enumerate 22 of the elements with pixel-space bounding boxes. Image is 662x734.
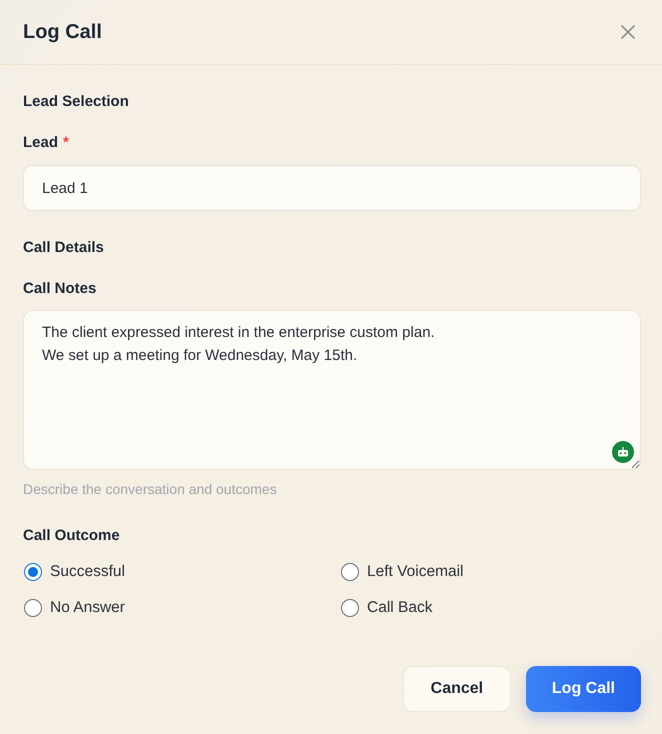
radio-label[interactable]: Left Voicemail bbox=[367, 562, 464, 582]
section-title: Call Details bbox=[23, 238, 105, 258]
robot-icon[interactable] bbox=[612, 441, 634, 463]
radio-button[interactable] bbox=[24, 563, 42, 581]
close-icon[interactable] bbox=[621, 25, 635, 39]
dialog-title: Log Call bbox=[23, 20, 102, 44]
radio-button[interactable] bbox=[24, 599, 42, 617]
notes-textarea-field[interactable]: The client expressed interest in the enterprise custom plan. We set up a meeting for Wednesday, May 15th. bbox=[23, 310, 641, 470]
submit-button[interactable]: Log Call bbox=[526, 666, 641, 712]
field-label: Call Notes bbox=[23, 279, 96, 299]
section-title: Lead Selection bbox=[23, 92, 130, 112]
radio-button[interactable] bbox=[341, 599, 359, 617]
radio-button[interactable] bbox=[341, 563, 359, 581]
radio-label[interactable]: Call Back bbox=[367, 598, 432, 618]
helper-text: Describe the conversation and outcomes bbox=[23, 480, 278, 498]
lead-input-field[interactable]: Lead 1 bbox=[23, 165, 641, 211]
cancel-button[interactable]: Cancel bbox=[402, 666, 511, 712]
field-label: Lead bbox=[23, 133, 58, 153]
required-mark: * bbox=[63, 133, 69, 153]
field-label: Call Outcome bbox=[23, 526, 121, 546]
radio-label[interactable]: No Answer bbox=[50, 598, 125, 618]
radio-label[interactable]: Successful bbox=[50, 562, 125, 582]
